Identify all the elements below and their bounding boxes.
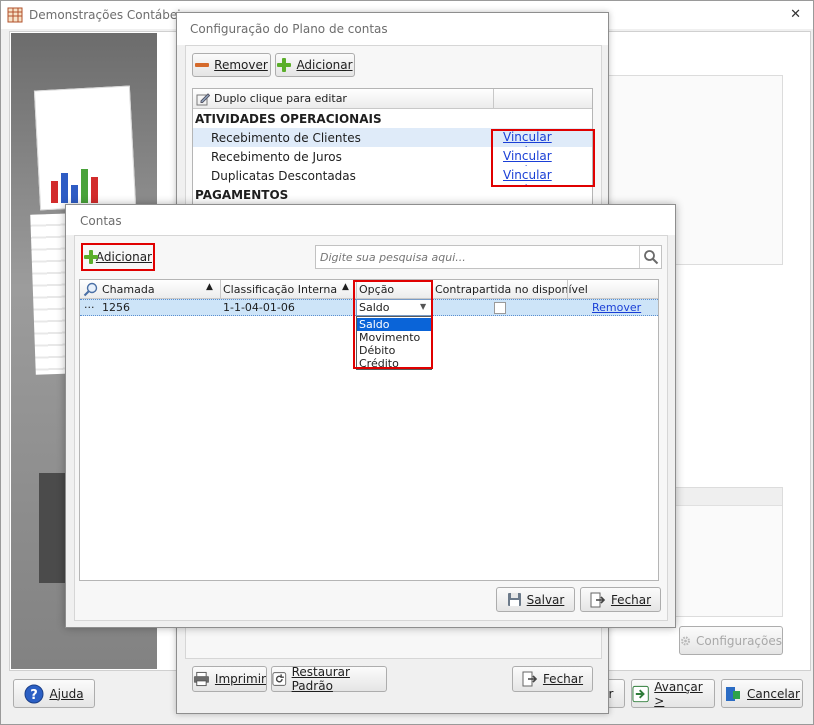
close-icon[interactable]: ✕: [790, 7, 801, 22]
contas-dialog: Contas Adicionar Chamada ▲ Classificação…: [65, 204, 676, 628]
remover-link[interactable]: Remover: [592, 301, 641, 314]
plano-grid-header: Duplo clique para editar: [193, 89, 592, 109]
contas-fechar-label: Fechar: [610, 592, 652, 607]
plano-row-0[interactable]: ATIVIDADES OPERACIONAIS: [193, 109, 592, 128]
column-header-chamada[interactable]: Chamada: [102, 283, 155, 296]
restaurar-padrao-button[interactable]: Restaurar Padrão: [271, 665, 387, 693]
save-icon: [507, 593, 521, 606]
contas-dialog-title: Contas: [80, 214, 122, 228]
configuracoes-button[interactable]: Configurações: [679, 626, 783, 655]
column-header-contrapartida[interactable]: Contrapartida no disponível: [435, 283, 588, 296]
plano-row-4[interactable]: PAGAMENTOS: [193, 185, 592, 204]
column-header-opcao[interactable]: Opção: [359, 283, 394, 296]
ajuda-label: Ajuda: [49, 686, 84, 701]
plano-row-2[interactable]: Recebimento de Juros Vincular contas: [193, 147, 592, 177]
plano-row-label: Recebimento de Clientes: [211, 130, 361, 145]
opcao-selected-value: Saldo: [359, 301, 390, 314]
row-indicator-icon: ···: [84, 301, 95, 314]
partial-back-label: r: [608, 686, 614, 701]
contas-grid-header: Chamada ▲ Classificação Interna ▲ Opção …: [80, 280, 658, 299]
cancelar-button[interactable]: Cancelar: [721, 679, 803, 708]
minus-icon: [195, 63, 210, 67]
dropdown-option-saldo[interactable]: Saldo: [357, 318, 431, 331]
restaurar-label: Restaurar Padrão: [291, 665, 350, 693]
plano-row-label: Duplicatas Descontadas: [211, 168, 356, 183]
plano-row-label: Recebimento de Juros: [211, 149, 342, 164]
plano-grid: Duplo clique para editar ATIVIDADES OPER…: [192, 88, 593, 206]
imprimir-label: Imprimir: [214, 672, 266, 686]
dropdown-option-movimento[interactable]: Movimento: [357, 331, 431, 344]
main-window-title: Demonstrações Contábeis: [29, 8, 187, 22]
plano-dialog-title: Configuração do Plano de contas: [190, 22, 388, 36]
chevron-down-icon[interactable]: ▼: [420, 302, 426, 311]
plano-row-1[interactable]: Recebimento de Clientes Vincular contas: [193, 128, 592, 158]
ajuda-button[interactable]: ? Ajuda: [13, 679, 95, 708]
plano-row-label: PAGAMENTOS: [195, 187, 289, 202]
search-input[interactable]: [316, 246, 638, 268]
search-icon[interactable]: [643, 249, 659, 265]
salvar-button[interactable]: Salvar: [496, 587, 575, 612]
plano-fechar-label: Fechar: [542, 672, 584, 686]
imprimir-button[interactable]: Imprimir: [192, 666, 267, 692]
plus-icon: [84, 250, 98, 264]
app-icon: [7, 7, 23, 23]
plano-remover-button[interactable]: Remover: [192, 53, 271, 77]
sort-asc-icon: ▲: [206, 282, 213, 292]
gear-icon: [681, 636, 690, 645]
contas-title-bar: Contas: [66, 205, 675, 235]
exit-icon: [522, 671, 538, 687]
plano-fechar-button[interactable]: Fechar: [512, 666, 593, 692]
plano-row-label: ATIVIDADES OPERACIONAIS: [195, 111, 382, 126]
printer-icon: [193, 671, 209, 687]
table-row[interactable]: ··· 1256 1-1-04-01-06 Saldo ▼ Remover: [80, 299, 658, 316]
plano-row-3[interactable]: Duplicatas Descontadas Vincular contas: [193, 166, 592, 196]
cancel-door-icon: [726, 686, 741, 701]
contrapartida-checkbox[interactable]: [494, 302, 506, 314]
contas-fechar-button[interactable]: Fechar: [580, 587, 661, 612]
column-header-classificacao[interactable]: Classificação Interna: [223, 283, 337, 296]
dropdown-option-debito[interactable]: Débito: [357, 344, 431, 357]
help-icon: ?: [24, 684, 44, 703]
exit-icon: [590, 592, 606, 607]
sort-asc-icon: ▲: [342, 282, 349, 292]
edit-pencil-icon: [196, 92, 210, 105]
plano-adicionar-label: Adicionar: [296, 58, 353, 72]
configuracoes-label: Configurações: [696, 633, 782, 648]
plano-title-bar: Configuração do Plano de contas: [177, 13, 608, 45]
cell-classificacao[interactable]: 1-1-04-01-06: [223, 301, 295, 314]
cancelar-label: Cancelar: [747, 686, 800, 701]
plano-adicionar-button[interactable]: Adicionar: [275, 53, 355, 77]
find-column-icon[interactable]: [83, 282, 99, 297]
avancar-label: Avançar >: [654, 679, 703, 708]
contas-grid: Chamada ▲ Classificação Interna ▲ Opção …: [79, 279, 659, 581]
contas-adicionar-button[interactable]: Adicionar: [83, 245, 153, 269]
contas-adicionar-label: Adicionar: [95, 250, 152, 264]
search-box[interactable]: [315, 245, 662, 269]
opcao-dropdown-list: Saldo Movimento Débito Crédito: [356, 316, 432, 370]
restore-icon: [272, 672, 287, 686]
avancar-button[interactable]: Avançar >: [631, 679, 715, 708]
opcao-select[interactable]: Saldo ▼: [356, 299, 432, 316]
plano-remover-label: Remover: [214, 58, 268, 72]
cell-chamada[interactable]: 1256: [102, 301, 130, 314]
dropdown-option-credito[interactable]: Crédito: [357, 357, 431, 370]
salvar-label: Salvar: [526, 592, 565, 607]
plano-grid-header-label: Duplo clique para editar: [214, 92, 347, 105]
svg-text:?: ?: [31, 688, 39, 703]
plus-icon: [277, 58, 292, 72]
next-arrow-icon: [632, 685, 649, 702]
